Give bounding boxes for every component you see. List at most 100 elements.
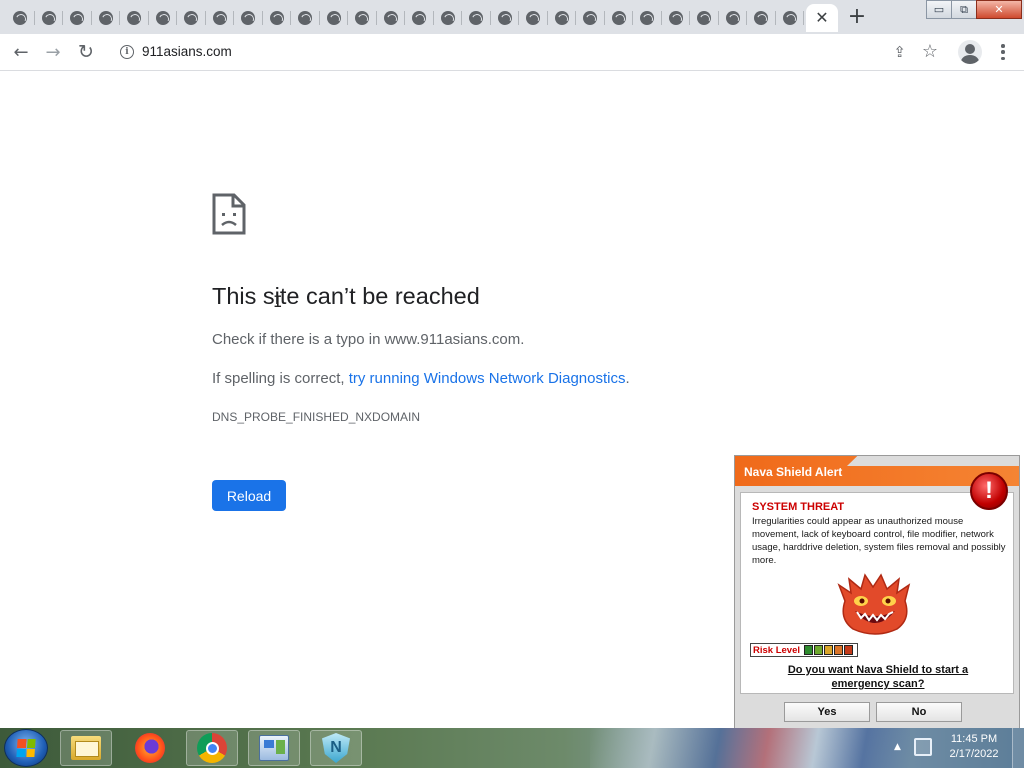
restore-button[interactable]: ⧉ xyxy=(951,0,977,19)
network-diagnostics-link[interactable]: try running Windows Network Diagnostics xyxy=(349,370,626,387)
threat-description: Irregularities could appear as unauthori… xyxy=(752,516,1006,566)
taskbar-chrome[interactable] xyxy=(186,730,238,766)
browser-tab[interactable] xyxy=(434,4,463,32)
browser-tab[interactable] xyxy=(377,4,406,32)
sad-document-icon xyxy=(212,193,246,235)
windows-logo-icon xyxy=(16,739,36,757)
globe-icon xyxy=(668,11,683,25)
browser-tab[interactable] xyxy=(462,4,491,32)
browser-tab[interactable] xyxy=(6,4,35,32)
back-button[interactable]: ← xyxy=(9,40,33,64)
browser-tab[interactable] xyxy=(120,4,149,32)
globe-icon xyxy=(611,11,626,25)
globe-icon xyxy=(697,11,712,25)
window-controls: ▭ ⧉ ✕ xyxy=(926,0,1022,19)
typo-message: Check if there is a typo in www.911asian… xyxy=(212,331,525,348)
globe-icon xyxy=(412,11,427,25)
browser-tab[interactable] xyxy=(234,4,263,32)
error-title: This site can’t be reached xyxy=(212,283,480,309)
error-code: DNS_PROBE_FINISHED_NXDOMAIN xyxy=(212,410,421,424)
browser-tab[interactable] xyxy=(690,4,719,32)
risk-meter-segment xyxy=(814,645,823,655)
wallpaper-strip xyxy=(590,728,910,768)
forward-button[interactable]: → xyxy=(41,40,65,64)
clock-date: 2/17/2022 xyxy=(949,748,999,760)
browser-tab[interactable] xyxy=(576,4,605,32)
risk-meter-segment xyxy=(804,645,813,655)
close-tab-icon[interactable]: ✕ xyxy=(815,10,828,26)
scan-question[interactable]: Do you want Nava Shield to start a emerg… xyxy=(761,663,995,691)
browser-tab[interactable] xyxy=(263,4,292,32)
network-icon[interactable] xyxy=(914,738,932,756)
url-text[interactable]: 911asians.com xyxy=(142,44,232,59)
globe-icon xyxy=(155,11,170,25)
globe-icon xyxy=(583,11,598,25)
browser-tab[interactable] xyxy=(491,4,520,32)
globe-icon xyxy=(497,11,512,25)
browser-tab[interactable] xyxy=(747,4,776,32)
globe-icon xyxy=(241,11,256,25)
browser-tab[interactable] xyxy=(177,4,206,32)
browser-tab[interactable] xyxy=(149,4,178,32)
browser-tab[interactable] xyxy=(662,4,691,32)
clock-time: 11:45 PM xyxy=(950,733,998,745)
active-browser-tab[interactable]: ✕ xyxy=(806,4,838,32)
nava-shield-alert-popup: Nava Shield Alert SYSTEM THREAT Irregula… xyxy=(734,455,1020,734)
spelling-prefix: If spelling is correct, xyxy=(212,370,349,387)
new-tab-button[interactable]: + xyxy=(844,6,870,28)
show-desktop-button[interactable] xyxy=(1012,728,1024,768)
show-hidden-icons-icon[interactable]: ▲ xyxy=(894,742,901,752)
globe-icon xyxy=(640,11,655,25)
spelling-suffix: . xyxy=(625,370,630,387)
browser-tab[interactable] xyxy=(605,4,634,32)
no-button[interactable]: No xyxy=(876,702,962,722)
browser-tab[interactable] xyxy=(348,4,377,32)
spelling-message: If spelling is correct, try running Wind… xyxy=(212,370,630,387)
taskbar-firefox[interactable] xyxy=(124,730,176,766)
browser-tab[interactable] xyxy=(291,4,320,32)
profile-avatar-icon[interactable] xyxy=(958,40,982,64)
popup-title: Nava Shield Alert xyxy=(744,465,843,479)
browser-toolbar: ← → ↻ i 911asians.com ⇪ ☆ xyxy=(0,34,1024,71)
browser-tab[interactable] xyxy=(633,4,662,32)
browser-tab[interactable] xyxy=(63,4,92,32)
minimize-button[interactable]: ▭ xyxy=(926,0,952,19)
system-clock[interactable]: 11:45 PM 2/17/2022 xyxy=(942,732,1006,762)
folder-icon xyxy=(71,736,101,760)
globe-icon xyxy=(526,11,541,25)
windows-taskbar: N ▲ 11:45 PM 2/17/2022 xyxy=(0,728,1024,768)
reload-button[interactable]: Reload xyxy=(212,480,286,511)
globe-icon xyxy=(13,11,28,25)
bookmark-star-icon[interactable]: ☆ xyxy=(922,41,938,62)
address-bar[interactable]: i 911asians.com ⇪ ☆ xyxy=(110,38,952,67)
browser-tab[interactable] xyxy=(719,4,748,32)
globe-icon xyxy=(326,11,341,25)
taskbar-explorer[interactable] xyxy=(60,730,112,766)
browser-menu-icon[interactable] xyxy=(996,42,1010,62)
taskbar-control-panel[interactable] xyxy=(248,730,300,766)
browser-tab[interactable] xyxy=(405,4,434,32)
globe-icon xyxy=(41,11,56,25)
start-button[interactable] xyxy=(4,729,48,767)
yes-button[interactable]: Yes xyxy=(784,702,870,722)
share-icon[interactable]: ⇪ xyxy=(893,43,906,61)
browser-tab[interactable] xyxy=(35,4,64,32)
taskbar-nava-shield[interactable]: N xyxy=(310,730,362,766)
browser-tab[interactable] xyxy=(519,4,548,32)
browser-tab[interactable] xyxy=(548,4,577,32)
reload-toolbar-button[interactable]: ↻ xyxy=(74,40,98,64)
browser-tab[interactable] xyxy=(92,4,121,32)
risk-meter-segment xyxy=(844,645,853,655)
browser-tab[interactable] xyxy=(776,4,805,32)
globe-icon xyxy=(782,11,797,25)
site-info-icon[interactable]: i xyxy=(120,45,134,59)
globe-icon xyxy=(127,11,142,25)
browser-tab[interactable] xyxy=(206,4,235,32)
tab-list: ✕ xyxy=(6,4,838,32)
risk-meter xyxy=(804,645,854,655)
globe-icon xyxy=(269,11,284,25)
browser-tab[interactable] xyxy=(320,4,349,32)
globe-icon xyxy=(554,11,569,25)
globe-icon xyxy=(383,11,398,25)
close-window-button[interactable]: ✕ xyxy=(976,0,1022,19)
